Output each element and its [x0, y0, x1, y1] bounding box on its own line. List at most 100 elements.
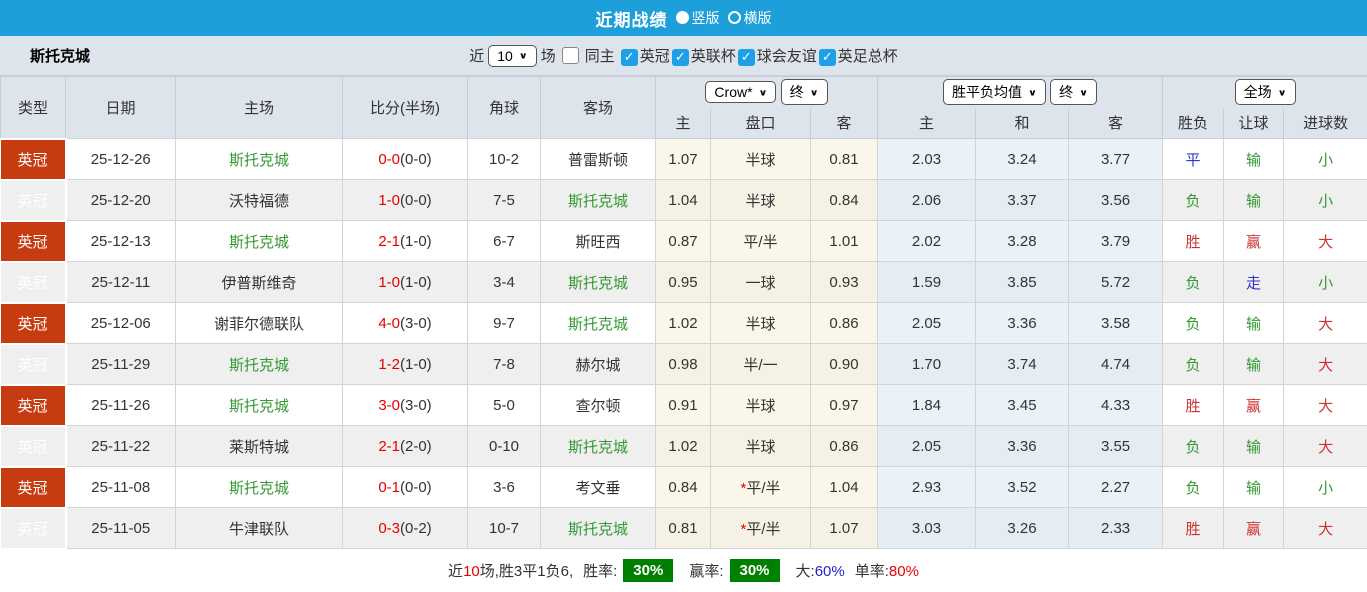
- col-header-result: 胜负: [1163, 108, 1224, 139]
- corner-score: 7-8: [468, 344, 541, 385]
- corner-score: 10-7: [468, 508, 541, 549]
- away-team[interactable]: 赫尔城: [541, 344, 656, 385]
- handicap-result: 输: [1224, 303, 1284, 344]
- radio-unselected-icon[interactable]: [728, 11, 741, 24]
- goals-result: 大: [1284, 385, 1367, 426]
- away-team[interactable]: 查尔顿: [541, 385, 656, 426]
- avg-metric-select[interactable]: 胜平负均值∨: [943, 79, 1046, 105]
- avg-odds-draw: 3.85: [976, 262, 1069, 303]
- competition-badge: 英冠: [1, 262, 66, 303]
- win-rate-label: 胜率:: [583, 560, 617, 581]
- summary-footer: 近10场,胜3平1负6, 胜率: 30% 赢率: 30% 大:60% 单率:80…: [0, 550, 1367, 592]
- away-team[interactable]: 斯托克城: [541, 303, 656, 344]
- scope-select[interactable]: 全场∨: [1235, 79, 1296, 105]
- match-score: 2-1(2-0): [343, 426, 468, 467]
- home-team[interactable]: 斯托克城: [176, 385, 343, 426]
- home-team[interactable]: 斯托克城: [176, 139, 343, 180]
- handicap-odds-away: 0.86: [811, 303, 878, 344]
- corner-score: 5-0: [468, 385, 541, 426]
- big-label: 大:: [796, 563, 815, 580]
- avg-odds-draw: 3.45: [976, 385, 1069, 426]
- handicap-line: 半球: [711, 139, 811, 180]
- match-score: 2-1(1-0): [343, 221, 468, 262]
- handicap-odds-away: 0.84: [811, 180, 878, 221]
- average-group-header: 胜平负均值∨ 终∨: [878, 77, 1163, 108]
- same-venue-checkbox[interactable]: [562, 47, 579, 64]
- competition-checkbox-label: 英联杯: [691, 48, 736, 65]
- col-header-date: 日期: [66, 77, 176, 139]
- handicap-odds-home: 0.84: [656, 467, 711, 508]
- away-team[interactable]: 斯托克城: [541, 262, 656, 303]
- competition-badge: 英冠: [1, 221, 66, 262]
- table-row: 英冠25-11-29斯托克城1-2(1-0)7-8赫尔城0.98半/一0.901…: [1, 344, 1367, 385]
- match-score: 0-1(0-0): [343, 467, 468, 508]
- handicap-line: *平/半: [711, 467, 811, 508]
- col-header-goals-result: 进球数: [1284, 108, 1367, 139]
- home-team[interactable]: 莱斯特城: [176, 426, 343, 467]
- handicap-line: 半球: [711, 303, 811, 344]
- competition-checkbox[interactable]: ✓: [672, 49, 689, 66]
- bookmaker-time-select[interactable]: 终∨: [781, 79, 828, 105]
- match-result: 胜: [1163, 385, 1224, 426]
- competition-checkbox[interactable]: ✓: [738, 49, 755, 66]
- col-header-type: 类型: [1, 77, 66, 139]
- handicap-result: 输: [1224, 180, 1284, 221]
- handicap-result: 输: [1224, 467, 1284, 508]
- corner-score: 7-5: [468, 180, 541, 221]
- avg-odds-away: 5.72: [1069, 262, 1163, 303]
- summary-count: 10: [463, 563, 480, 580]
- layout-option-vertical[interactable]: 竖版: [674, 8, 720, 28]
- avg-odds-home: 2.05: [878, 303, 976, 344]
- same-venue-label: 同主: [585, 45, 615, 66]
- bookmaker-select[interactable]: Crow*∨: [705, 81, 776, 103]
- match-result: 胜: [1163, 508, 1224, 549]
- avg-odds-away: 3.79: [1069, 221, 1163, 262]
- profit-rate-badge: 30%: [730, 559, 780, 582]
- away-team[interactable]: 斯托克城: [541, 426, 656, 467]
- match-result: 负: [1163, 180, 1224, 221]
- home-team[interactable]: 斯托克城: [176, 344, 343, 385]
- handicap-odds-away: 0.90: [811, 344, 878, 385]
- avg-odds-draw: 3.24: [976, 139, 1069, 180]
- match-date: 25-12-11: [66, 262, 176, 303]
- handicap-odds-home: 1.04: [656, 180, 711, 221]
- corner-score: 0-10: [468, 426, 541, 467]
- away-team[interactable]: 斯托克城: [541, 508, 656, 549]
- match-score: 4-0(3-0): [343, 303, 468, 344]
- match-date: 25-11-29: [66, 344, 176, 385]
- away-team[interactable]: 考文垂: [541, 467, 656, 508]
- competition-checkbox[interactable]: ✓: [621, 49, 638, 66]
- corner-score: 3-6: [468, 467, 541, 508]
- recent-count-select[interactable]: 10∨: [488, 45, 537, 67]
- radio-selected-icon[interactable]: [676, 11, 689, 24]
- big-rate: 60%: [815, 563, 845, 580]
- layout-option-horizontal[interactable]: 横版: [726, 8, 772, 28]
- competition-checkbox-label: 球会友谊: [757, 48, 817, 65]
- handicap-odds-away: 0.81: [811, 139, 878, 180]
- away-team[interactable]: 普雷斯顿: [541, 139, 656, 180]
- handicap-line: 半球: [711, 180, 811, 221]
- home-team[interactable]: 斯托克城: [176, 221, 343, 262]
- home-team[interactable]: 牛津联队: [176, 508, 343, 549]
- competition-checkbox[interactable]: ✓: [819, 49, 836, 66]
- filters: 近 10∨ 场 同主 ✓英冠✓英联杯✓球会友谊✓英足总杯: [469, 45, 898, 67]
- home-team[interactable]: 沃特福德: [176, 180, 343, 221]
- away-team[interactable]: 斯托克城: [541, 180, 656, 221]
- single-label: 单率:: [855, 563, 889, 580]
- goals-result: 大: [1284, 221, 1367, 262]
- match-score: 0-0(0-0): [343, 139, 468, 180]
- away-team[interactable]: 斯旺西: [541, 221, 656, 262]
- home-team[interactable]: 斯托克城: [176, 467, 343, 508]
- competition-badge: 英冠: [1, 344, 66, 385]
- corner-score: 3-4: [468, 262, 541, 303]
- home-team[interactable]: 谢菲尔德联队: [176, 303, 343, 344]
- match-date: 25-11-08: [66, 467, 176, 508]
- handicap-line: 半/一: [711, 344, 811, 385]
- match-date: 25-11-05: [66, 508, 176, 549]
- match-score: 1-2(1-0): [343, 344, 468, 385]
- goals-result: 大: [1284, 303, 1367, 344]
- avg-time-select[interactable]: 终∨: [1050, 79, 1097, 105]
- chevron-down-icon: ∨: [1028, 87, 1037, 97]
- chevron-down-icon: ∨: [1278, 87, 1287, 97]
- home-team[interactable]: 伊普斯维奇: [176, 262, 343, 303]
